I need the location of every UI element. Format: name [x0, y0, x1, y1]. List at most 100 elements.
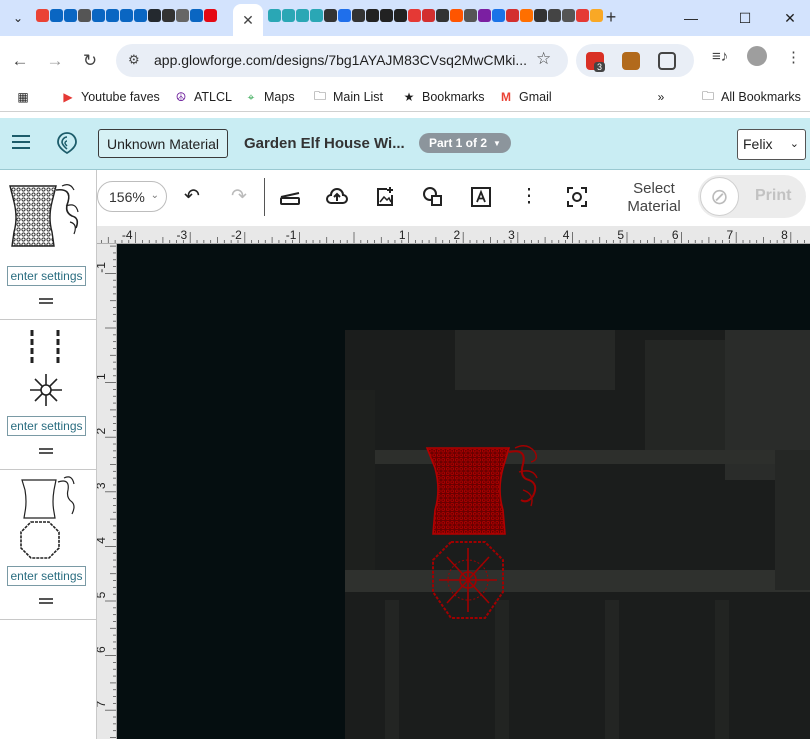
redo-icon[interactable]: ↷ — [227, 185, 251, 209]
design-parts-panel: enter settings enter settings enter sett… — [0, 170, 97, 739]
extensions-group: 3 — [576, 44, 694, 77]
bookmark-label: Maps — [264, 90, 295, 104]
part-selector[interactable]: Part 1 of 2 ▼ — [419, 133, 511, 153]
editor-toolbar: 156% ⌄ ↶ ↷ ⋮ Select Material ⊘ Print — [97, 170, 810, 226]
extensions-puzzle-icon[interactable] — [658, 52, 676, 70]
bookmark-label: Bookmarks — [422, 90, 485, 104]
bookmark-youtube-faves[interactable]: ▶ Youtube faves — [61, 90, 160, 104]
reload-icon[interactable]: ↻ — [78, 49, 102, 73]
ruler-label: 4 — [97, 537, 108, 544]
ruler-label: 3 — [97, 482, 108, 489]
ruler-label: 3 — [508, 228, 515, 242]
ruler-label: -3 — [177, 228, 188, 242]
ruler-horizontal-ticks: -4 -3 -2 -1 1 2 3 4 5 6 7 8 — [101, 228, 805, 243]
bookmark-label: Youtube faves — [81, 90, 160, 104]
other-tab-favicons[interactable] — [268, 9, 603, 27]
drag-handle-icon[interactable] — [39, 298, 53, 304]
folder-icon: 🗀 — [701, 88, 714, 103]
material-button[interactable]: Unknown Material — [98, 129, 228, 158]
ruler-label: 4 — [563, 228, 570, 242]
forward-arrow-icon[interactable]: → — [43, 49, 67, 73]
bookmark-gmail[interactable]: M Gmail — [499, 90, 552, 104]
zoom-select[interactable]: 156% ⌄ — [97, 181, 167, 212]
bookmark-atlcl[interactable]: ☮ ATLCL — [174, 90, 232, 104]
print-label: Print — [755, 187, 792, 204]
part-card[interactable]: enter settings — [0, 320, 96, 470]
back-arrow-icon[interactable]: ← — [8, 49, 32, 73]
extension-badge: 3 — [594, 62, 606, 72]
ruler-label: 2 — [454, 228, 461, 242]
profile-avatar[interactable] — [747, 46, 767, 66]
toolbar-divider — [264, 178, 265, 216]
pinned-tab-favicons[interactable] — [36, 9, 217, 27]
ruler-label: -1 — [286, 228, 297, 242]
bookmark-label: ATLCL — [194, 90, 232, 104]
app-header: Unknown Material Garden Elf House Wi... … — [0, 118, 810, 170]
bookmark-maps[interactable]: ⌖ Maps — [244, 89, 295, 105]
undo-icon[interactable]: ↶ — [180, 185, 204, 209]
media-control-icon[interactable]: ≡♪ — [712, 48, 728, 65]
apps-grid-icon[interactable]: ▦ — [16, 90, 30, 104]
chrome-menu-icon[interactable]: ⋮ — [786, 48, 801, 66]
bookmark-main-list[interactable]: 🗀 Main List — [313, 89, 383, 105]
part-thumbnail-cup[interactable] — [6, 182, 90, 250]
ruler-label: 6 — [672, 228, 679, 242]
maps-pin-icon: ⌖ — [247, 89, 255, 104]
focus-camera-icon[interactable] — [565, 185, 589, 209]
text-tool-icon[interactable] — [469, 185, 493, 209]
design-cup-shape — [425, 445, 538, 535]
hamburger-menu-icon[interactable] — [12, 135, 30, 149]
site-info-icon[interactable]: ⚙ — [128, 52, 144, 68]
select-material-label: Select Material — [627, 180, 681, 215]
bed-camera-image — [345, 330, 810, 739]
minimize-icon[interactable]: — — [679, 6, 703, 30]
drag-handle-icon[interactable] — [39, 448, 53, 454]
url-text[interactable]: app.glowforge.com/designs/7bg1AYAJM83CVs… — [154, 52, 527, 68]
browser-tab-strip: ⌄ ✕ + — ☐ ✕ — [0, 0, 810, 36]
ruler-label: 2 — [97, 428, 108, 435]
address-bar[interactable]: ⚙ app.glowforge.com/designs/7bg1AYAJM83C… — [116, 44, 568, 77]
ruler-label: 8 — [781, 228, 788, 242]
part-card[interactable]: enter settings — [0, 470, 96, 620]
bookmarks-bar: ▦ ▶ Youtube faves ☮ ATLCL ⌖ Maps 🗀 Main … — [0, 86, 810, 112]
shapes-icon[interactable] — [421, 185, 445, 209]
design-octagon-shape — [432, 541, 504, 619]
design-canvas[interactable] — [117, 244, 810, 739]
upload-cloud-icon[interactable] — [325, 185, 349, 209]
all-bookmarks-folder[interactable]: 🗀 All Bookmarks — [701, 88, 801, 105]
add-artwork-icon[interactable] — [373, 185, 397, 209]
drag-handle-icon[interactable] — [39, 598, 53, 604]
ruler-label: 1 — [97, 373, 108, 380]
ruler-vertical: -1 1 2 3 4 5 6 7 — [97, 244, 117, 739]
youtube-icon: ▶ — [63, 90, 73, 104]
extension-brown-icon[interactable] — [622, 52, 640, 70]
more-options-icon[interactable]: ⋮ — [517, 185, 541, 209]
bookmark-bookmarks[interactable]: ★ Bookmarks — [402, 90, 485, 104]
part-thumbnail-sunburst[interactable] — [26, 328, 70, 408]
part-thumbnail-outline[interactable] — [14, 476, 80, 560]
part-card[interactable]: enter settings — [0, 170, 96, 320]
gmail-icon: M — [501, 90, 511, 104]
design-title[interactable]: Garden Elf House Wi... — [244, 135, 405, 152]
new-tab-plus-icon[interactable]: + — [600, 6, 622, 28]
ruler-label: -4 — [122, 228, 133, 242]
maximize-icon[interactable]: ☐ — [733, 6, 757, 30]
design-artwork[interactable] — [423, 444, 549, 622]
browser-toolbar: ← → ↻ ⚙ app.glowforge.com/designs/7bg1AY… — [0, 36, 810, 86]
bookmark-star-icon[interactable]: ☆ — [536, 49, 551, 69]
enter-settings-button[interactable]: enter settings — [7, 566, 86, 586]
scan-icon[interactable] — [278, 185, 302, 209]
print-button[interactable]: ⊘ Print — [698, 175, 806, 218]
active-tab-close-icon[interactable]: ✕ — [233, 4, 263, 36]
ruler-label: 6 — [97, 646, 108, 653]
tab-search-chevron-icon[interactable]: ⌄ — [6, 6, 30, 30]
bookmark-label: All Bookmarks — [721, 90, 801, 104]
bookmarks-overflow-chevron-icon[interactable]: » — [654, 90, 668, 104]
enter-settings-button[interactable]: enter settings — [7, 266, 86, 286]
bed-photo-texture — [345, 330, 810, 739]
user-select[interactable]: Felix ⌄ — [737, 129, 806, 160]
close-window-icon[interactable]: ✕ — [778, 6, 802, 30]
enter-settings-button[interactable]: enter settings — [7, 416, 86, 436]
bookmark-label: Gmail — [519, 90, 552, 104]
glowforge-logo-icon[interactable] — [55, 131, 79, 155]
